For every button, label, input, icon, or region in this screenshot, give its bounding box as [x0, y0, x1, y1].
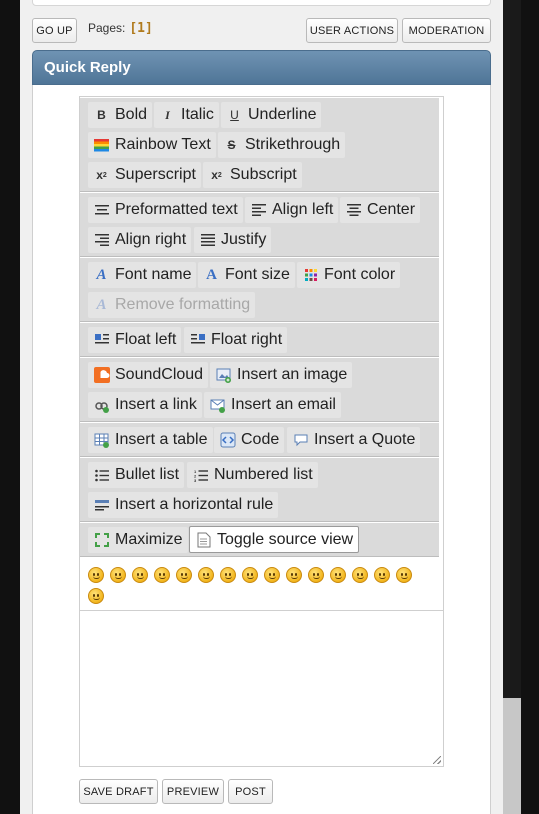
align-right-icon: [93, 232, 110, 249]
align-right-button[interactable]: Align right: [88, 227, 192, 253]
insert-table-button[interactable]: Insert a table: [88, 427, 213, 453]
font-name-icon: A: [96, 266, 107, 283]
bullet-list-button[interactable]: Bullet list: [88, 462, 185, 488]
horizontal-rule-button[interactable]: Insert a horizontal rule: [88, 492, 279, 518]
toggle-source-view-button[interactable]: Toggle source view: [189, 526, 360, 553]
resize-handle-icon[interactable]: [433, 756, 441, 764]
user-actions-button[interactable]: USER ACTIONS: [306, 18, 398, 43]
float-right-button[interactable]: Float right: [184, 327, 288, 353]
lipsrsealed-icon[interactable]: [352, 567, 368, 583]
pagination: Pages: [1]: [88, 21, 153, 36]
cool-icon[interactable]: [242, 567, 258, 583]
justify-button[interactable]: Justify: [194, 227, 272, 253]
preview-button[interactable]: PREVIEW: [162, 779, 224, 804]
align-left-icon: [250, 202, 267, 219]
insert-image-button[interactable]: Insert an image: [210, 362, 353, 388]
insert-link-button[interactable]: Insert a link: [88, 392, 202, 418]
tongue-icon[interactable]: [308, 567, 324, 583]
post-button[interactable]: POST: [228, 779, 273, 804]
remove-formatting-button[interactable]: A Remove formatting: [88, 292, 256, 318]
page-number-link[interactable]: [1]: [129, 21, 152, 36]
kiss-icon[interactable]: [396, 567, 412, 583]
float-left-button[interactable]: Float left: [88, 327, 182, 353]
soundcloud-icon: [93, 367, 110, 384]
source-view-icon: [195, 531, 212, 548]
underline-button[interactable]: U Underline: [221, 102, 322, 128]
justify-icon: [199, 232, 216, 249]
bullet-list-icon: [93, 467, 110, 484]
soundcloud-button[interactable]: SoundCloud: [88, 362, 209, 388]
cry-icon[interactable]: [88, 588, 104, 604]
float-right-icon: [189, 332, 206, 349]
undecided-icon[interactable]: [374, 567, 390, 583]
insert-email-button[interactable]: Insert an email: [204, 392, 341, 418]
link-icon: [93, 397, 110, 414]
wink-icon[interactable]: [110, 567, 126, 583]
preformatted-button[interactable]: Preformatted text: [88, 197, 243, 223]
email-icon: [209, 397, 226, 414]
quick-reply-title: Quick Reply: [44, 59, 131, 76]
save-draft-button[interactable]: SAVE DRAFT: [79, 779, 158, 804]
code-icon: [219, 432, 236, 449]
horizontal-rule-icon: [93, 497, 110, 514]
strikethrough-button[interactable]: S Strikethrough: [218, 132, 346, 158]
image-icon: [215, 367, 232, 384]
font-color-button[interactable]: Font color: [297, 262, 401, 288]
message-textarea[interactable]: [80, 610, 443, 766]
scrollbar-thumb[interactable]: [503, 698, 521, 814]
rainbow-icon: [93, 137, 110, 154]
font-size-icon: A: [206, 266, 217, 283]
preformatted-icon: [93, 202, 110, 219]
align-center-icon: [345, 202, 362, 219]
float-left-icon: [93, 332, 110, 349]
superscript-icon: x2: [96, 168, 107, 182]
eraser-icon: A: [96, 296, 107, 313]
subscript-icon: x2: [211, 168, 222, 182]
bold-button[interactable]: B Bold: [88, 102, 153, 128]
insert-quote-button[interactable]: Insert a Quote: [287, 427, 421, 453]
rolleyes-icon[interactable]: [286, 567, 302, 583]
moderation-button[interactable]: MODERATION: [402, 18, 491, 43]
quick-reply-header: Quick Reply: [32, 50, 491, 85]
numbered-list-icon: 123: [192, 467, 209, 484]
font-color-icon: [302, 267, 319, 284]
grin-icon[interactable]: [132, 567, 148, 583]
pages-label: Pages:: [88, 21, 126, 35]
sad-icon[interactable]: [198, 567, 214, 583]
underline-icon: U: [230, 108, 239, 122]
bold-icon: B: [97, 108, 106, 122]
rainbow-text-button[interactable]: Rainbow Text: [88, 132, 216, 158]
numbered-list-button[interactable]: 1 2 3 Numbered list: [187, 462, 318, 488]
scrollbar-track[interactable]: [503, 0, 521, 814]
align-left-button[interactable]: Align left: [245, 197, 339, 223]
italic-icon: I: [165, 107, 170, 122]
embarrassed-icon[interactable]: [330, 567, 346, 583]
font-size-button[interactable]: A Font size: [198, 262, 295, 288]
angry-icon[interactable]: [176, 567, 192, 583]
maximize-icon: [93, 532, 110, 549]
smiley-icon[interactable]: [88, 567, 104, 583]
code-button[interactable]: Code: [214, 427, 285, 453]
font-name-button[interactable]: A Font name: [88, 262, 197, 288]
superscript-button[interactable]: x 2 Superscript: [88, 162, 201, 188]
go-up-button[interactable]: GO UP: [32, 18, 77, 43]
previous-post-fragment: [32, 0, 491, 6]
laugh-icon[interactable]: [154, 567, 170, 583]
table-icon: [93, 432, 110, 449]
svg-text:3: 3: [194, 478, 197, 482]
huh-icon[interactable]: [264, 567, 280, 583]
quote-icon: [292, 432, 309, 449]
center-button[interactable]: Center: [340, 197, 421, 223]
maximize-button[interactable]: Maximize: [88, 527, 188, 553]
italic-button[interactable]: I Italic: [154, 102, 219, 128]
strikethrough-icon: S: [227, 138, 236, 152]
shocked-icon[interactable]: [220, 567, 236, 583]
subscript-button[interactable]: x 2 Subscript: [203, 162, 302, 188]
